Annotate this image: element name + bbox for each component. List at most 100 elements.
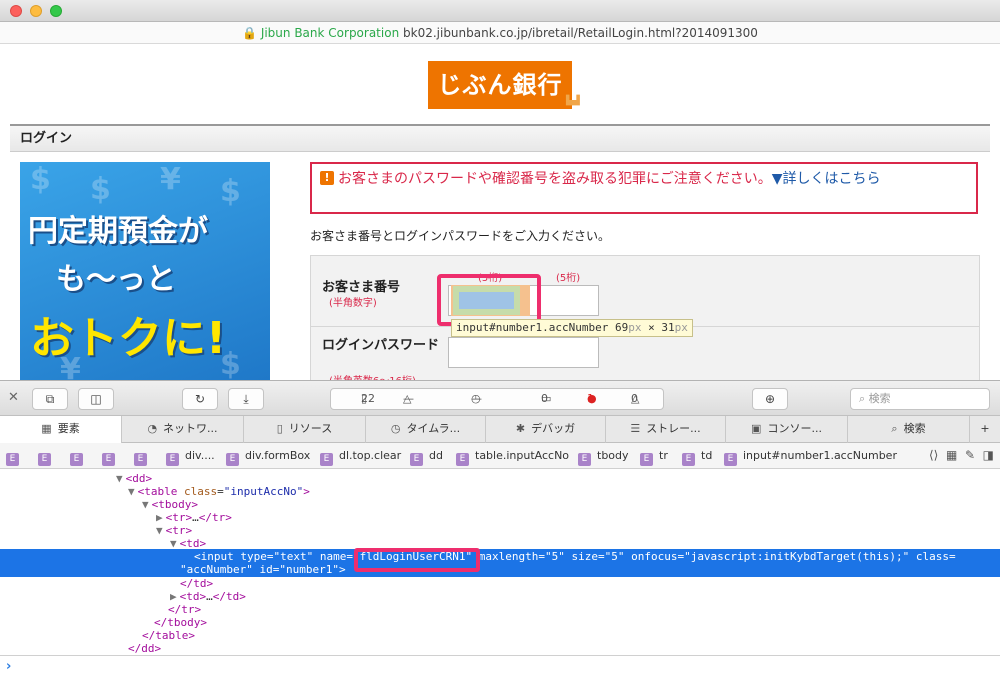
close-window-button[interactable] (10, 5, 22, 17)
plus-icon: + (980, 422, 990, 435)
devtools-search-input[interactable]: ⌕ 検索 (850, 388, 990, 410)
tab-label: ストレー... (646, 422, 701, 435)
windows-icon: ⧉ (45, 392, 55, 406)
dom-node-td-collapsed[interactable]: ▶ <td>…</td> (170, 590, 246, 603)
zoom-window-button[interactable] (50, 5, 62, 17)
warning-details-link[interactable]: ▼詳しくはこちら (772, 171, 881, 187)
devtools-stats: ▯ 22 △ — ◷ — ▭ 0 ● 1 △ 0 (330, 388, 664, 410)
url-text: bk02.jibunbank.co.jp/ibretail/RetailLogi… (403, 26, 758, 40)
element-icon: E (70, 453, 83, 466)
console-input[interactable]: › (0, 655, 1000, 680)
tab-debugger[interactable]: ✱ デバッガ (486, 416, 606, 443)
minimize-window-button[interactable] (30, 5, 42, 17)
breadcrumb-item[interactable]: Etd (682, 443, 712, 468)
element-icon: E (6, 453, 19, 466)
lock-icon: 🔒 (242, 26, 257, 40)
dock-button[interactable]: ◫ (78, 388, 114, 410)
element-icon: E (640, 453, 653, 466)
brush-icon[interactable]: ✎ (965, 448, 975, 462)
breadcrumb-item[interactable]: Edd (410, 443, 443, 468)
sidebar-icon[interactable]: ◨ (983, 448, 994, 462)
breadcrumb-item[interactable]: Ediv.... (166, 443, 215, 468)
element-icon: E (320, 453, 333, 466)
tag-name: /tbody (160, 616, 201, 629)
add-tab-button[interactable]: + (970, 416, 1000, 443)
search-placeholder: 検索 (868, 392, 891, 405)
disclosure-closed-icon[interactable]: ▶ (170, 590, 177, 603)
dom-node-tbody-close: </tbody> (154, 616, 207, 629)
promo-banner[interactable]: $ $ ¥ $ ¥ $ 円定期預金が も〜っと おトクに! (20, 162, 270, 380)
undock-button[interactable]: ⧉ (32, 388, 68, 410)
banner-line-2: も〜っと (56, 262, 176, 297)
attr-name: class (184, 485, 218, 498)
double-chevron-icon[interactable]: ⟨⟩ (929, 448, 938, 462)
browser-window: 🔒 Jibun Bank Corporation bk02.jibunbank.… (0, 0, 1000, 680)
disclosure-open-icon[interactable]: ▼ (116, 472, 123, 485)
tab-elements[interactable]: ▦ 要素 (0, 416, 122, 443)
tab-network[interactable]: ◔ ネットワ... (122, 416, 244, 443)
tag-name: tr (212, 511, 226, 524)
reload-icon: ↻ (194, 392, 206, 406)
load-dash-1: — (403, 392, 414, 405)
selected-line-1: <input type="text" name="fldLoginUserCRN… (194, 550, 956, 563)
reload-button[interactable]: ↻ (182, 388, 218, 410)
login-instruction: お客さま番号とログインパスワードをご入力ください。 (310, 229, 611, 243)
dom-node-tr[interactable]: ▼ <tr> (156, 524, 192, 537)
tag-name: tr (172, 524, 186, 537)
selected-line-2: "accNumber" id="number1"> (180, 563, 346, 576)
element-picker-button[interactable]: ⊕ (752, 388, 788, 410)
breadcrumb-label: dl.top.clear (339, 449, 402, 462)
disclosure-open-icon[interactable]: ▼ (128, 485, 135, 498)
dom-node-dd[interactable]: ▼ <dd> (116, 472, 152, 485)
tag-name: /td (186, 577, 207, 590)
element-icon: E (102, 453, 115, 466)
tab-search[interactable]: ⌕ 検索 (848, 416, 970, 443)
breadcrumb-item[interactable]: E (134, 443, 153, 468)
disclosure-closed-icon[interactable]: ▶ (156, 511, 163, 524)
breadcrumb-item[interactable]: E (70, 443, 89, 468)
tab-console[interactable]: ▣ コンソー... (726, 416, 848, 443)
element-icon: E (410, 453, 423, 466)
tab-label: 検索 (903, 422, 926, 435)
dom-node-tbody[interactable]: ▼ <tbody> (142, 498, 198, 511)
search-icon: ⌕ (891, 422, 898, 435)
breadcrumb-item[interactable]: E (38, 443, 57, 468)
breadcrumb-label: tr (659, 449, 668, 462)
annotation-highlight-name (354, 548, 480, 572)
timeline-icon: ◷ (390, 422, 401, 435)
breadcrumb-item-selected[interactable]: Einput#number1.accNumber (724, 443, 897, 468)
tab-storage[interactable]: ☰ ストレー... (606, 416, 726, 443)
close-icon[interactable]: ✕ (8, 390, 19, 405)
breadcrumb-item[interactable]: Ediv.formBox (226, 443, 310, 468)
address-bar[interactable]: 🔒 Jibun Bank Corporation bk02.jibunbank.… (0, 22, 1000, 44)
split-icon: ◫ (90, 392, 102, 406)
dom-node-dd-close: </dd> (128, 642, 162, 655)
devtools-toolbar: ✕ ⧉ ◫ ↻ ⤓ ▯ 22 △ — ◷ — ▭ 0 ● 1 △ 0 ⊕ ⌕ 検索 (0, 380, 1000, 416)
disclosure-open-icon[interactable]: ▼ (156, 524, 163, 537)
bank-logo[interactable]: じぶん銀行 (428, 61, 572, 109)
search-icon: ⌕ (859, 392, 866, 405)
dom-node-tr-collapsed[interactable]: ▶ <tr>…</tr> (156, 511, 232, 524)
database-icon: ☰ (630, 422, 641, 435)
breadcrumb-item[interactable]: Edl.top.clear (320, 443, 401, 468)
download-button[interactable]: ⤓ (228, 388, 264, 410)
breadcrumb-item[interactable]: Etr (640, 443, 668, 468)
download-icon: ⤓ (243, 392, 249, 406)
tab-label: デバッガ (531, 422, 576, 435)
breadcrumb-item[interactable]: Etbody (578, 443, 629, 468)
breadcrumb-item[interactable]: E (102, 443, 121, 468)
disclosure-open-icon[interactable]: ▼ (142, 498, 149, 511)
tab-resources[interactable]: ▯ リソース (244, 416, 366, 443)
tab-timeline[interactable]: ◷ タイムラ... (366, 416, 486, 443)
breadcrumb-item[interactable]: Etable.inputAccNo (456, 443, 569, 468)
dom-node-input-selected[interactable]: <input type="text" name="fldLoginUserCRN… (0, 549, 1000, 577)
grid-icon[interactable]: ▦ (946, 448, 957, 462)
breadcrumb-label: div.formBox (245, 449, 311, 462)
dom-node-tr-close: </tr> (168, 603, 202, 616)
breadcrumb-item[interactable]: E (6, 443, 25, 468)
dollar-icon: $ (90, 172, 111, 207)
password-input[interactable] (448, 337, 599, 368)
dom-node-table[interactable]: ▼ <table class="inputAccNo"> (128, 485, 310, 498)
dom-node-table-close: </table> (142, 629, 195, 642)
element-icon: E (166, 453, 179, 466)
